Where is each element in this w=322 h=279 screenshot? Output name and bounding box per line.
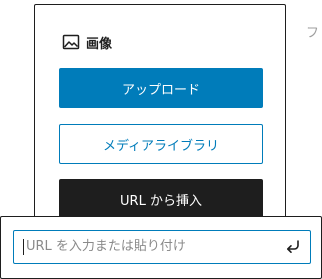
upload-button[interactable]: アップロード: [59, 68, 263, 108]
image-icon: [62, 33, 80, 51]
insert-from-url-button[interactable]: URL から挿入: [59, 179, 263, 219]
enter-return-icon[interactable]: [282, 236, 304, 258]
url-input-container: [13, 230, 311, 264]
block-label: 画像: [62, 32, 112, 52]
text-caret: [23, 239, 24, 255]
url-input[interactable]: [22, 231, 276, 262]
block-title: 画像: [86, 36, 113, 52]
adjacent-text-fragment: フ: [306, 26, 320, 41]
editor-canvas: フ 画像 アップロード メディアライブラリ URL から挿入: [0, 0, 322, 279]
media-library-button[interactable]: メディアライブラリ: [59, 124, 263, 164]
